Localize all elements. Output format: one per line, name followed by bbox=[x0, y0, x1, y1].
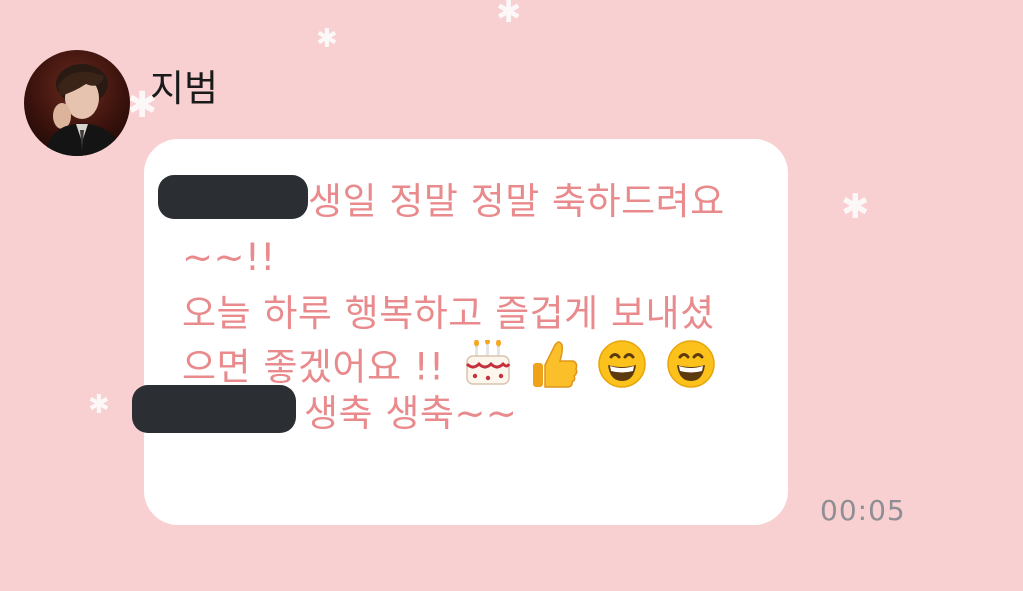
message-text: 생일 정말 정말 축하드려요 bbox=[308, 180, 725, 223]
message-line: 오늘 하루 행복하고 즐겁게 보내셨 bbox=[182, 295, 715, 332]
grinning-face-emoji bbox=[597, 339, 647, 395]
snowflake-decoration: ✱ bbox=[316, 24, 338, 54]
message-text: 으면 좋겠어요 !! bbox=[182, 345, 445, 389]
message-line: 생축 생축~~ bbox=[304, 395, 517, 432]
message-bubble[interactable]: 생일 정말 정말 축하드려요 ~~!! 오늘 하루 행복하고 즐겁게 보내셨 으… bbox=[132, 139, 788, 525]
avatar[interactable] bbox=[24, 50, 130, 156]
snowflake-decoration: ✱ bbox=[88, 390, 110, 420]
redacted-text bbox=[132, 385, 296, 433]
grinning-face-emoji bbox=[666, 339, 716, 395]
chat-background: ✱ ✱ ✱ ✱ ✱ 지범 생일 정말 정말 축하드려요 ~~!! 오늘 하루 행… bbox=[0, 0, 1023, 591]
message-text: ~~!! bbox=[182, 236, 276, 279]
snowflake-decoration: ✱ bbox=[841, 187, 870, 227]
birthday-cake-emoji bbox=[463, 338, 513, 394]
message-line: 생일 정말 정말 축하드려요 bbox=[308, 183, 725, 220]
redacted-text bbox=[158, 175, 308, 219]
message-text: 생축 생축~~ bbox=[304, 392, 518, 435]
thumbs-up-emoji bbox=[531, 339, 579, 395]
profile-photo bbox=[24, 50, 130, 156]
message-timestamp: 00:05 bbox=[820, 494, 906, 527]
snowflake-decoration: ✱ bbox=[496, 0, 522, 30]
message-text: 오늘 하루 행복하고 즐겁게 보내셨 bbox=[182, 292, 715, 335]
message-line: ~~!! bbox=[182, 239, 276, 276]
sender-name: 지범 bbox=[150, 67, 219, 110]
